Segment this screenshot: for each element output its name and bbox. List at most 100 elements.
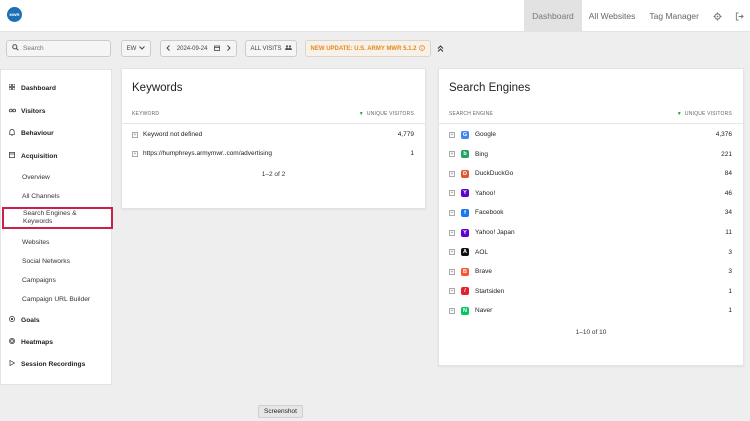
gear-icon[interactable] — [706, 0, 728, 32]
nav-dashboard[interactable]: Dashboard — [524, 0, 582, 32]
row-label: Yahoo! — [475, 189, 496, 197]
search-engine-column-header[interactable]: SEARCH ENGINE — [449, 111, 493, 117]
top-nav: Dashboard All Websites Tag Manager — [524, 0, 750, 32]
table-row[interactable]: + Y Yahoo! 46 — [439, 184, 743, 203]
sidebar-item-acquisition[interactable]: Acquisition — [1, 150, 113, 162]
date-selector[interactable]: 2024-09-24 — [160, 40, 237, 57]
row-label: Google — [475, 131, 496, 138]
table-row[interactable]: + https://humphreys.armymwr..com/adverti… — [122, 144, 425, 163]
duckduckgo-icon: D — [461, 169, 469, 178]
sort-desc-icon: ▼ — [358, 111, 364, 117]
row-label: Keyword not defined — [143, 131, 203, 138]
next-period-icon[interactable] — [227, 44, 231, 53]
period-label: EW — [126, 45, 137, 52]
sidebar-item-label: Campaigns — [22, 276, 56, 284]
screenshot-label[interactable]: Screenshot — [258, 405, 303, 418]
sidebar-item-search-engines-keywords[interactable]: Search Engines & Keywords — [2, 207, 113, 229]
bing-icon: b — [461, 150, 469, 159]
top-bar: MWR Dashboard All Websites Tag Manager — [0, 0, 750, 32]
facebook-icon: f — [461, 208, 469, 217]
table-row[interactable]: + B Brave 3 — [439, 262, 743, 281]
goals-icon — [9, 316, 21, 324]
table-row[interactable]: + G Google 4,376 — [439, 125, 743, 144]
expand-icon[interactable]: + — [449, 170, 455, 177]
row-value: 84 — [724, 170, 732, 178]
expand-icon[interactable]: + — [449, 268, 455, 275]
nav-all-websites[interactable]: All Websites — [582, 0, 643, 32]
nav-tag-manager[interactable]: Tag Manager — [642, 0, 706, 32]
table-row[interactable]: + A AOL 3 — [439, 243, 743, 262]
sidebar-item-visitors[interactable]: Visitors — [1, 105, 113, 117]
yahoo-icon: Y — [461, 189, 469, 198]
sidebar-item-all-channels[interactable]: All Channels — [1, 190, 113, 202]
expand-icon[interactable]: + — [449, 288, 455, 295]
expand-icon[interactable]: + — [449, 131, 455, 138]
sidebar-item-session-recordings[interactable]: Session Recordings — [1, 358, 113, 370]
update-notice-button[interactable]: NEW UPDATE: U.S. ARMY MWR 5.1.2 — [305, 40, 431, 57]
yahoo-japan-icon: Y — [461, 228, 469, 237]
row-value: 4,376 — [715, 131, 732, 138]
unique-visitors-column-header[interactable]: ▼ UNIQUE VISITORS — [359, 111, 414, 117]
toolbar: EW 2024-09-24 ALL VISITS NEW UPDATE: U.S… — [0, 32, 750, 64]
play-icon — [9, 359, 21, 368]
naver-icon: N — [461, 306, 469, 315]
sidebar-item-label: Session Recordings — [21, 360, 86, 368]
row-value: 4,779 — [397, 131, 414, 138]
table-row[interactable]: + Keyword not defined 4,779 — [122, 125, 425, 144]
segment-label: ALL VISITS — [250, 45, 282, 52]
table-row[interactable]: + D DuckDuckGo 84 — [439, 164, 743, 183]
sidebar-item-label: Visitors — [21, 107, 46, 115]
table-row[interactable]: + b Bing 221 — [439, 145, 743, 164]
expand-icon[interactable]: + — [132, 131, 138, 138]
table-row[interactable]: + / Startsiden 1 — [439, 282, 743, 301]
table-row[interactable]: + Y Yahoo! Japan 11 — [439, 223, 743, 242]
heatmaps-icon — [9, 338, 21, 346]
column-header-label: UNIQUE VISITORS — [684, 111, 732, 117]
sidebar-item-websites[interactable]: Websites — [1, 236, 113, 248]
table-row[interactable]: + N Naver 1 — [439, 301, 743, 320]
info-icon — [419, 44, 426, 53]
unique-visitors-column-header[interactable]: ▼ UNIQUE VISITORS — [677, 111, 732, 117]
search-box[interactable] — [6, 40, 111, 57]
segment-selector[interactable]: ALL VISITS — [245, 40, 297, 57]
expand-icon[interactable]: + — [449, 307, 455, 314]
sidebar-item-label: Goals — [21, 316, 40, 324]
acquisition-icon — [9, 152, 21, 160]
expand-icon[interactable]: + — [449, 249, 455, 256]
divider — [122, 123, 425, 124]
segment-users-icon — [284, 45, 292, 52]
expand-icon[interactable]: + — [132, 150, 138, 157]
row-value: 1 — [728, 287, 732, 295]
expand-icon[interactable]: + — [449, 151, 455, 158]
sidebar-item-heatmaps[interactable]: Heatmaps — [1, 336, 113, 348]
keywords-title: Keywords — [132, 82, 183, 94]
google-icon: G — [461, 130, 469, 139]
sidebar-item-goals[interactable]: Goals — [1, 314, 113, 326]
sidebar-item-campaigns[interactable]: Campaigns — [1, 274, 113, 286]
sidebar-item-label: Social Networks — [22, 257, 70, 265]
logout-icon[interactable] — [728, 0, 750, 32]
expand-icon[interactable]: + — [449, 229, 455, 236]
sort-desc-icon: ▼ — [676, 111, 682, 117]
dashboard-icon — [8, 83, 21, 92]
expand-icon[interactable]: + — [449, 209, 455, 216]
sidebar-item-behaviour[interactable]: Behaviour — [1, 127, 113, 139]
keywords-table-header: KEYWORD ▼ UNIQUE VISITORS — [122, 109, 425, 120]
row-value: 1 — [728, 307, 732, 315]
search-input[interactable] — [23, 45, 103, 52]
sidebar-item-campaign-url-builder[interactable]: Campaign URL Builder — [1, 293, 113, 305]
row-value: 3 — [728, 268, 732, 276]
sidebar-item-label: Acquisition — [21, 152, 58, 160]
period-selector[interactable]: EW — [121, 40, 151, 57]
sidebar-item-dashboard[interactable]: Dashboard — [1, 82, 113, 94]
sidebar-item-overview[interactable]: Overview — [1, 171, 113, 183]
row-label: Yahoo! Japan — [475, 229, 515, 236]
collapse-toolbar-icon[interactable] — [437, 45, 444, 54]
keyword-column-header[interactable]: KEYWORD — [132, 111, 159, 117]
table-row[interactable]: + f Facebook 34 — [439, 203, 743, 222]
mwr-logo[interactable]: MWR — [7, 7, 22, 22]
startsiden-icon: / — [461, 287, 469, 296]
sidebar-item-social-networks[interactable]: Social Networks — [1, 255, 113, 267]
prev-period-icon[interactable] — [166, 44, 170, 53]
expand-icon[interactable]: + — [449, 190, 455, 197]
